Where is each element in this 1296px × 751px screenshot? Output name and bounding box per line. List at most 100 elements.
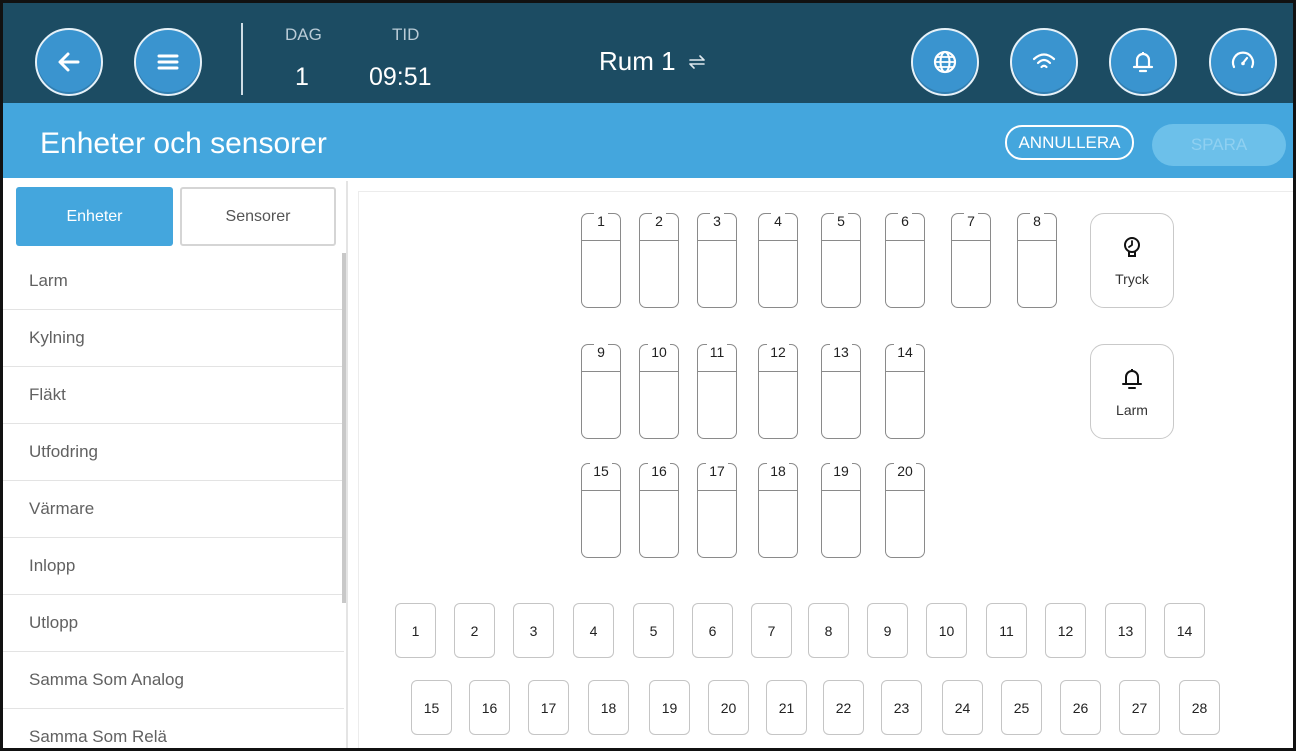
top-bar: DAG 1 TID 09:51 Rum 1: [3, 3, 1293, 103]
relay-slot[interactable]: 2: [639, 212, 679, 308]
tab-sensors[interactable]: Sensorer: [180, 187, 336, 246]
sidebar-item[interactable]: Samma Som Relä: [3, 709, 344, 748]
digital-input-slot[interactable]: 28: [1179, 680, 1220, 735]
relay-number: 10: [648, 343, 670, 360]
relay-number: 4: [771, 212, 785, 229]
relay-slot[interactable]: 4: [758, 212, 798, 308]
cancel-button[interactable]: ANNULLERA: [1005, 125, 1134, 160]
relay-slot-header: 7: [951, 212, 991, 241]
relay-slot[interactable]: 17: [697, 462, 737, 558]
relay-slot[interactable]: 11: [697, 343, 737, 439]
sidebar-item[interactable]: Larm: [3, 253, 344, 310]
app-frame: DAG 1 TID 09:51 Rum 1 Enheter och sensor…: [0, 0, 1296, 751]
day-label: DAG: [285, 25, 322, 44]
digital-input-slot[interactable]: 19: [649, 680, 690, 735]
relay-number: 19: [830, 462, 852, 479]
relay-slot[interactable]: 6: [885, 212, 925, 308]
relay-number: 12: [767, 343, 789, 360]
relay-slot-header: 1: [581, 212, 621, 241]
relay-slot[interactable]: 10: [639, 343, 679, 439]
pressure-sensor-icon: [1124, 236, 1140, 257]
relay-number: 6: [898, 212, 912, 229]
relay-number: 15: [590, 462, 612, 479]
relay-slot-header: 14: [885, 343, 925, 372]
digital-input-slot[interactable]: 8: [808, 603, 849, 658]
digital-input-slot[interactable]: 5: [633, 603, 674, 658]
digital-input-slot[interactable]: 27: [1119, 680, 1160, 735]
digital-input-slot[interactable]: 10: [926, 603, 967, 658]
digital-input-slot[interactable]: 11: [986, 603, 1027, 658]
header-separator: [241, 23, 243, 95]
sidebar-item[interactable]: Inlopp: [3, 538, 344, 595]
digital-input-slot[interactable]: 17: [528, 680, 569, 735]
digital-input-slot[interactable]: 16: [469, 680, 510, 735]
digital-input-slot[interactable]: 14: [1164, 603, 1205, 658]
day-value: 1: [295, 63, 309, 91]
digital-input-slot[interactable]: 6: [692, 603, 733, 658]
relay-slot-header: 18: [758, 462, 798, 491]
relay-number: 8: [1030, 212, 1044, 229]
gauge-icon: [1231, 51, 1255, 69]
digital-input-slot[interactable]: 23: [881, 680, 922, 735]
tab-devices[interactable]: Enheter: [16, 187, 173, 246]
save-button[interactable]: SPARA: [1152, 124, 1286, 166]
digital-input-slot[interactable]: 9: [867, 603, 908, 658]
relay-slot-header: 10: [639, 343, 679, 372]
relay-slot[interactable]: 1: [581, 212, 621, 308]
language-button[interactable]: [911, 28, 979, 96]
relay-slot[interactable]: 18: [758, 462, 798, 558]
digital-input-slot[interactable]: 1: [395, 603, 436, 658]
relay-slot-header: 12: [758, 343, 798, 372]
relay-slot[interactable]: 20: [885, 462, 925, 558]
digital-input-slot[interactable]: 7: [751, 603, 792, 658]
digital-input-slot[interactable]: 2: [454, 603, 495, 658]
sidebar-item[interactable]: Samma Som Analog: [3, 652, 344, 709]
sidebar-item[interactable]: Kylning: [3, 310, 344, 367]
menu-button[interactable]: [134, 28, 202, 96]
relay-slot-header: 20: [885, 462, 925, 491]
arrow-left-icon: [58, 52, 80, 72]
digital-input-slot[interactable]: 4: [573, 603, 614, 658]
alarm-device-card[interactable]: Larm: [1090, 344, 1174, 439]
relay-slot-header: 8: [1017, 212, 1057, 241]
relay-slot[interactable]: 14: [885, 343, 925, 439]
relay-number: 2: [652, 212, 666, 229]
relay-slot[interactable]: 9: [581, 343, 621, 439]
relay-slot[interactable]: 13: [821, 343, 861, 439]
relay-slot-header: 2: [639, 212, 679, 241]
alarms-button[interactable]: [1109, 28, 1177, 96]
sidebar-item[interactable]: Utfodring: [3, 424, 344, 481]
bell-icon: [1122, 368, 1142, 389]
digital-input-slot[interactable]: 18: [588, 680, 629, 735]
network-button[interactable]: [1010, 28, 1078, 96]
relay-slot[interactable]: 16: [639, 462, 679, 558]
pressure-sensor-card[interactable]: Tryck: [1090, 213, 1174, 308]
digital-input-slot[interactable]: 12: [1045, 603, 1086, 658]
digital-input-slot[interactable]: 22: [823, 680, 864, 735]
digital-input-slot[interactable]: 25: [1001, 680, 1042, 735]
sidebar-item[interactable]: Utlopp: [3, 595, 344, 652]
sidebar-item[interactable]: Fläkt: [3, 367, 344, 424]
relay-slot[interactable]: 5: [821, 212, 861, 308]
room-selector[interactable]: Rum 1: [599, 46, 708, 77]
relay-slot[interactable]: 12: [758, 343, 798, 439]
digital-input-slot[interactable]: 21: [766, 680, 807, 735]
digital-input-slot[interactable]: 26: [1060, 680, 1101, 735]
relay-slot[interactable]: 19: [821, 462, 861, 558]
relay-slot[interactable]: 7: [951, 212, 991, 308]
digital-input-slot[interactable]: 15: [411, 680, 452, 735]
relay-slot[interactable]: 3: [697, 212, 737, 308]
relay-number: 16: [648, 462, 670, 479]
digital-input-slot[interactable]: 24: [942, 680, 983, 735]
back-button[interactable]: [35, 28, 103, 96]
digital-input-slot[interactable]: 20: [708, 680, 749, 735]
relay-slot-header: 15: [581, 462, 621, 491]
digital-input-slot[interactable]: 13: [1105, 603, 1146, 658]
sidebar-item[interactable]: Värmare: [3, 481, 344, 538]
bell-icon: [1132, 52, 1154, 73]
digital-input-slot[interactable]: 3: [513, 603, 554, 658]
relay-slot[interactable]: 8: [1017, 212, 1057, 308]
dashboard-button[interactable]: [1209, 28, 1277, 96]
relay-slot[interactable]: 15: [581, 462, 621, 558]
time-value: 09:51: [369, 63, 432, 91]
